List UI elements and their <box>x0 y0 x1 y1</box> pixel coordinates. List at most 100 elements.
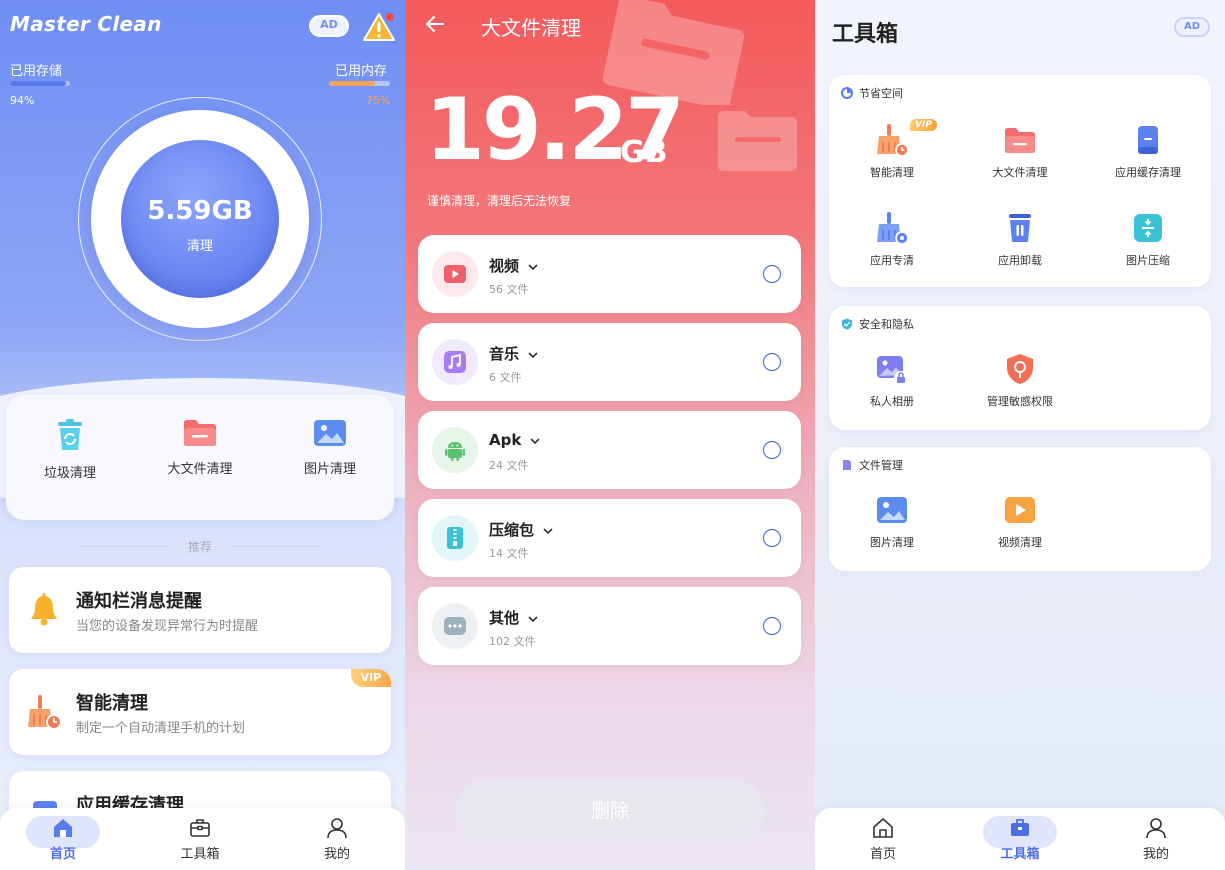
category-apk-label: Apk <box>489 431 522 449</box>
nav-profile[interactable]: 我的 <box>1116 816 1196 862</box>
tool-sensitive-permission-label: 管理敏感权限 <box>987 395 1053 408</box>
chevron-down-icon[interactable] <box>529 435 541 447</box>
category-video-radio[interactable] <box>763 265 781 283</box>
chevron-down-icon[interactable] <box>527 349 539 361</box>
nav-toolbox[interactable]: 工具箱 <box>160 816 240 862</box>
tool-app-cache[interactable]: 应用缓存清理 <box>1093 123 1203 180</box>
home-icon <box>873 818 893 838</box>
file-icon <box>843 460 851 470</box>
tool-uninstall[interactable]: 应用卸载 <box>965 211 1075 268</box>
tool-app-clean[interactable]: 应用专清 <box>837 211 947 268</box>
bottom-nav: 首页 工具箱 我的 <box>815 808 1225 870</box>
category-apk-radio[interactable] <box>763 441 781 459</box>
nav-toolbox-label: 工具箱 <box>180 847 220 862</box>
tool-sensitive-permission[interactable]: 管理敏感权限 <box>965 352 1075 409</box>
category-music-label: 音乐 <box>489 345 520 363</box>
memory-percent: 75% <box>366 94 391 107</box>
tool-private-album-label: 私人相册 <box>870 395 914 408</box>
ad-badge[interactable]: AD <box>309 15 349 37</box>
ad-badge[interactable]: AD <box>1174 17 1210 37</box>
rec-smart-clean-card[interactable]: VIP 智能清理 制定一个自动清理手机的计划 <box>9 669 391 755</box>
category-icon-wrap <box>432 251 478 297</box>
storage-bar <box>10 81 70 86</box>
category-video-count: 56 文件 <box>489 283 529 296</box>
file-management-title: 文件管理 <box>859 459 903 472</box>
shield-check-icon <box>842 318 852 330</box>
category-icon-wrap <box>432 427 478 473</box>
pie-chart-icon <box>841 87 853 99</box>
bottom-nav: 首页 工具箱 我的 <box>0 808 405 870</box>
bell-icon <box>31 593 57 626</box>
quick-large-file[interactable]: 大文件清理 <box>145 418 255 477</box>
music-icon <box>444 351 466 373</box>
uninstall-icon <box>1009 214 1031 242</box>
image-icon <box>877 497 907 523</box>
tool-video-clean[interactable]: 视频清理 <box>965 493 1075 550</box>
profile-icon <box>327 818 347 839</box>
rec-notification-desc: 当您的设备发现异常行为时提醒 <box>76 619 259 634</box>
tool-image-clean[interactable]: 图片清理 <box>837 493 947 550</box>
category-zip-label: 压缩包 <box>489 521 535 539</box>
vip-badge: VIP <box>351 669 391 687</box>
category-zip-card[interactable]: 压缩包 14 文件 <box>418 499 801 577</box>
toolbox-screen: 工具箱 AD 节省空间 VIP 智能清理 大文件清理 应用缓存清理 应用专清 应… <box>815 0 1225 870</box>
nav-profile-label: 我的 <box>1142 847 1169 862</box>
rec-notification-card[interactable]: 通知栏消息提醒 当您的设备发现异常行为时提醒 <box>9 567 391 653</box>
recommend-section-title: 推荐 <box>80 538 320 554</box>
category-apk-name: Apk <box>489 431 541 449</box>
large-file-screen: 大文件清理 19.27 GB 谨慎清理，清理后无法恢复 视频 56 文件 音乐 … <box>405 0 815 870</box>
category-zip-count: 14 文件 <box>489 547 529 560</box>
category-music-radio[interactable] <box>763 353 781 371</box>
chevron-down-icon[interactable] <box>527 613 539 625</box>
category-music-count: 6 文件 <box>489 371 522 384</box>
compress-icon <box>1134 214 1162 242</box>
home-screen: Master Clean AD 已用存储 94% 已用内存 75% 5.59GB… <box>0 0 405 870</box>
tool-video-clean-label: 视频清理 <box>998 536 1042 549</box>
category-zip-radio[interactable] <box>763 529 781 547</box>
quick-image-clean[interactable]: 图片清理 <box>275 418 385 477</box>
broom-icon <box>877 124 909 157</box>
category-apk-count: 24 文件 <box>489 459 529 472</box>
category-other-label: 其他 <box>489 609 520 627</box>
nav-toolbox[interactable]: 工具箱 <box>980 816 1060 862</box>
total-size-unit: GB <box>620 135 668 170</box>
tool-image-compress[interactable]: 图片压缩 <box>1093 211 1203 268</box>
category-music-name: 音乐 <box>489 343 539 364</box>
image-icon <box>314 420 346 446</box>
tool-large-file-label: 大文件清理 <box>992 166 1048 179</box>
tool-smart-clean-label: 智能清理 <box>870 166 914 179</box>
chevron-down-icon[interactable] <box>542 525 554 537</box>
category-video-card[interactable]: 视频 56 文件 <box>418 235 801 313</box>
quick-junk-clean[interactable]: 垃圾清理 <box>15 418 125 481</box>
back-arrow-icon[interactable] <box>423 12 447 36</box>
tool-app-cache-label: 应用缓存清理 <box>1115 166 1181 179</box>
zip-icon <box>447 527 463 549</box>
save-space-title: 节省空间 <box>859 87 903 100</box>
chevron-down-icon[interactable] <box>527 261 539 273</box>
home-icon <box>54 819 72 837</box>
save-space-card: 节省空间 VIP 智能清理 大文件清理 应用缓存清理 应用专清 应用卸载 图片压… <box>829 75 1211 287</box>
category-other-card[interactable]: 其他 102 文件 <box>418 587 801 665</box>
tool-smart-clean[interactable]: VIP 智能清理 <box>837 119 947 180</box>
warning-icon[interactable] <box>362 12 396 42</box>
tool-private-album[interactable]: 私人相册 <box>837 352 947 409</box>
category-apk-card[interactable]: Apk 24 文件 <box>418 411 801 489</box>
cleanup-warning: 谨慎清理，清理后无法恢复 <box>427 194 572 208</box>
tool-large-file[interactable]: 大文件清理 <box>965 123 1075 180</box>
vip-badge: VIP <box>910 119 937 131</box>
folder-icon <box>1005 128 1035 153</box>
category-music-card[interactable]: 音乐 6 文件 <box>418 323 801 401</box>
nav-home[interactable]: 首页 <box>23 816 103 862</box>
rec-notification-title: 通知栏消息提醒 <box>76 591 202 612</box>
category-other-radio[interactable] <box>763 617 781 635</box>
quick-image-label: 图片清理 <box>303 462 356 477</box>
nav-home[interactable]: 首页 <box>843 816 923 862</box>
more-icon <box>444 617 466 635</box>
app-title: Master Clean <box>10 12 162 36</box>
nav-toolbox-label: 工具箱 <box>1000 847 1040 862</box>
junk-size: 5.59GB <box>147 196 253 226</box>
toolbox-icon <box>1011 819 1029 836</box>
delete-button[interactable]: 删除 <box>455 780 765 842</box>
nav-profile[interactable]: 我的 <box>297 816 377 862</box>
quick-junk-label: 垃圾清理 <box>43 466 96 481</box>
